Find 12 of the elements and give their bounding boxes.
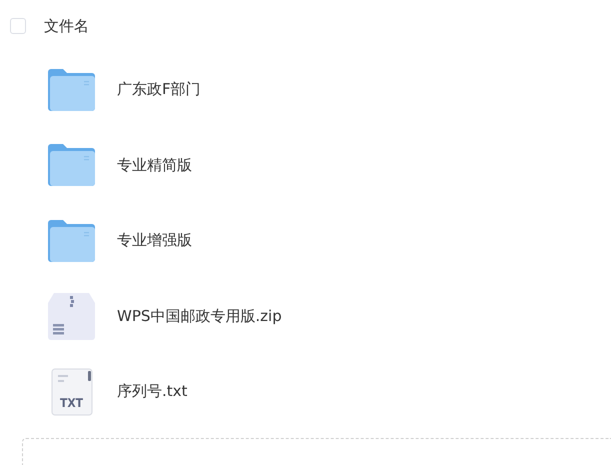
file-name[interactable]: 广东政F部门 xyxy=(117,80,201,100)
checkbox[interactable] xyxy=(10,18,26,34)
file-name[interactable]: 序列号.txt xyxy=(117,382,188,402)
file-name[interactable]: 专业增强版 xyxy=(117,231,192,250)
file-name[interactable]: 专业精简版 xyxy=(117,156,192,175)
column-header: 文件名 xyxy=(44,16,89,36)
archive-icon xyxy=(48,292,95,340)
text-file-icon: TXT xyxy=(50,368,92,416)
folder-icon xyxy=(48,144,95,186)
folder-icon xyxy=(48,68,95,111)
file-name[interactable]: WPS中国邮政专用版.zip xyxy=(117,306,282,326)
folder-icon xyxy=(48,220,95,262)
